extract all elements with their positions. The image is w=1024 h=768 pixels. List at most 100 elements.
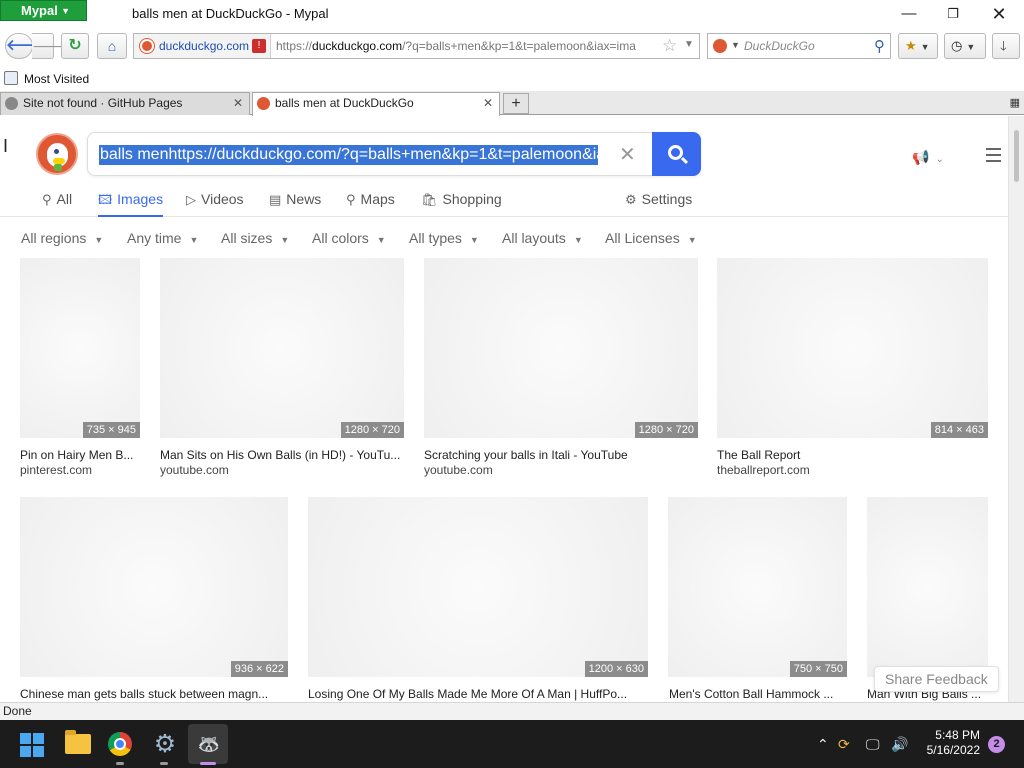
network-icon[interactable]: 🖵 bbox=[866, 720, 880, 768]
history-button[interactable]: ◷ ▼ bbox=[944, 33, 986, 59]
image-result-thumbnail[interactable]: 1200 × 630 bbox=[308, 497, 648, 677]
close-button[interactable]: ✕ bbox=[976, 0, 1022, 28]
chevron-up-icon[interactable]: ⌃ bbox=[817, 720, 829, 768]
close-tab-icon[interactable]: ✕ bbox=[483, 93, 493, 114]
image-result-title[interactable]: Chinese man gets balls stuck between mag… bbox=[20, 687, 290, 701]
reload-button[interactable]: ↻ bbox=[61, 33, 89, 59]
tab-images[interactable]: 🖾 Images bbox=[98, 191, 164, 217]
tab-settings[interactable]: ⚙ Settings bbox=[625, 191, 692, 217]
megaphone-icon: 📢 bbox=[912, 149, 930, 165]
sync-icon[interactable]: ⟳ bbox=[838, 720, 850, 768]
image-result-title[interactable]: Scratching your balls in Itali - YouTube bbox=[424, 448, 700, 462]
chrome-icon[interactable] bbox=[108, 732, 132, 756]
engine-dropdown-icon[interactable]: ▼ bbox=[731, 40, 740, 50]
filter-label: All layouts bbox=[502, 230, 566, 246]
hamburger-menu-icon[interactable] bbox=[986, 148, 1001, 166]
image-result-title[interactable]: Man Sits on His Own Balls (in HD!) - You… bbox=[160, 448, 406, 462]
image-result-thumbnail[interactable]: 1280 × 720 bbox=[160, 258, 404, 438]
image-result-thumbnail[interactable]: 936 × 622 bbox=[20, 497, 288, 677]
caret-down-icon: ▼ bbox=[376, 235, 386, 245]
all-tabs-grid-icon[interactable]: ▦ bbox=[1010, 96, 1020, 109]
image-result-thumbnail[interactable]: 814 × 463 bbox=[717, 258, 988, 438]
filter-colors[interactable]: All colors ▼ bbox=[312, 230, 386, 246]
search-bar[interactable]: ▼ DuckDuckGo ⚲ bbox=[707, 33, 891, 59]
filter-label: Any time bbox=[127, 230, 182, 246]
home-button[interactable]: ⌂ bbox=[97, 33, 127, 59]
filter-layouts[interactable]: All layouts ▼ bbox=[502, 230, 583, 246]
scrollbar-thumb[interactable] bbox=[1014, 130, 1019, 182]
url-bar[interactable]: duckduckgo.com ! https://duckduckgo.com/… bbox=[133, 33, 700, 59]
notification-badge[interactable]: 2 bbox=[988, 736, 1005, 753]
bookmark-most-visited[interactable]: Most Visited bbox=[24, 72, 89, 86]
close-tab-icon[interactable]: ✕ bbox=[233, 93, 243, 114]
image-result-thumbnail[interactable] bbox=[867, 497, 988, 677]
filter-time[interactable]: Any time ▼ bbox=[127, 230, 198, 246]
folder-icon bbox=[4, 71, 18, 85]
image-result-source[interactable]: pinterest.com bbox=[20, 463, 92, 477]
url-scheme: https:// bbox=[276, 39, 313, 53]
sliders-icon: ⚙ bbox=[625, 192, 637, 207]
restore-button[interactable]: ❐ bbox=[930, 0, 976, 28]
search-query-text[interactable]: balls menhttps://duckduckgo.com/?q=balls… bbox=[99, 145, 598, 165]
url-history-dropdown-icon[interactable]: ▼ bbox=[684, 39, 694, 50]
image-result-source[interactable]: youtube.com bbox=[424, 463, 493, 477]
minimize-button[interactable]: — bbox=[886, 0, 932, 28]
new-tab-button[interactable]: + bbox=[503, 93, 529, 114]
back-button[interactable]: 🡐 bbox=[5, 33, 46, 59]
image-result-title[interactable]: Pin on Hairy Men B... bbox=[20, 448, 142, 462]
filter-types[interactable]: All types ▼ bbox=[409, 230, 479, 246]
share-feedback-button[interactable]: Share Feedback bbox=[874, 666, 999, 692]
vertical-scrollbar[interactable] bbox=[1008, 116, 1024, 702]
tab-maps[interactable]: ⚲ Maps bbox=[346, 191, 395, 217]
tab-label: Maps bbox=[360, 191, 395, 207]
caret-down-icon: ▼ bbox=[687, 235, 697, 245]
image-result-title[interactable]: Losing One Of My Balls Made Me More Of A… bbox=[308, 687, 650, 701]
mypal-taskbar-button[interactable]: 🦝 bbox=[188, 724, 228, 764]
duckduckgo-engine-icon[interactable] bbox=[713, 39, 727, 53]
filter-sizes[interactable]: All sizes ▼ bbox=[221, 230, 289, 246]
image-result-thumbnail[interactable]: 1280 × 720 bbox=[424, 258, 698, 438]
title-bar: Mypal ▼ balls men at DuckDuckGo - Mypal … bbox=[0, 0, 1024, 28]
tab-duckduckgo[interactable]: balls men at DuckDuckGo ✕ bbox=[252, 92, 500, 116]
url-text[interactable]: https://duckduckgo.com/?q=balls+men&kp=1… bbox=[276, 39, 658, 53]
downloads-button[interactable]: 🡓 bbox=[992, 33, 1020, 59]
image-result-source[interactable]: youtube.com bbox=[160, 463, 229, 477]
forward-button[interactable]: 🡒 bbox=[32, 33, 70, 59]
clock[interactable]: 5:48 PM 5/16/2022 bbox=[918, 728, 980, 758]
image-dimensions: 735 × 945 bbox=[82, 422, 140, 438]
settings-gear-icon[interactable]: ⚙ bbox=[152, 731, 178, 757]
feedback-menu-button[interactable]: 📢 ⌄ bbox=[912, 149, 944, 166]
mixed-content-warning-icon: ! bbox=[252, 39, 266, 53]
tab-shopping[interactable]: 🛍 Shopping bbox=[421, 191, 502, 217]
site-identity-button[interactable]: duckduckgo.com ! bbox=[134, 34, 271, 58]
tab-videos[interactable]: ▷ Videos bbox=[186, 191, 244, 217]
active-indicator bbox=[200, 762, 216, 765]
url-path: /?q=balls+men&kp=1&t=palemoon&iax=ima bbox=[402, 39, 636, 53]
windows-start-icon[interactable] bbox=[20, 733, 44, 757]
home-icon: ⌂ bbox=[107, 38, 117, 54]
chevron-down-icon: ⌄ bbox=[935, 154, 944, 165]
search-submit-button[interactable] bbox=[652, 132, 701, 176]
search-input[interactable]: balls menhttps://duckduckgo.com/?q=balls… bbox=[87, 132, 701, 176]
tab-news[interactable]: ▤ News bbox=[269, 191, 321, 217]
image-result-title[interactable]: The Ball Report bbox=[717, 448, 988, 462]
image-result-title[interactable]: Men's Cotton Ball Hammock ... bbox=[669, 687, 849, 701]
tab-github-pages[interactable]: Site not found · GitHub Pages ✕ bbox=[0, 92, 250, 115]
app-menu-button[interactable]: Mypal ▼ bbox=[0, 0, 87, 21]
bookmark-star-icon[interactable]: ☆ bbox=[662, 36, 677, 56]
search-icon[interactable]: ⚲ bbox=[874, 37, 885, 55]
image-icon: 🖾 bbox=[98, 192, 113, 207]
image-result-source[interactable]: theballreport.com bbox=[717, 463, 810, 477]
filter-licenses[interactable]: All Licenses ▼ bbox=[605, 230, 697, 246]
file-explorer-icon[interactable] bbox=[65, 730, 91, 754]
image-result-thumbnail[interactable]: 735 × 945 bbox=[20, 258, 140, 438]
filter-regions[interactable]: All regions ▼ bbox=[21, 230, 103, 246]
status-text: Done bbox=[3, 704, 32, 718]
duckduckgo-logo[interactable] bbox=[36, 133, 78, 175]
image-result-thumbnail[interactable]: 750 × 750 bbox=[668, 497, 847, 677]
volume-icon[interactable]: 🔊 bbox=[891, 720, 908, 768]
clear-search-icon[interactable]: ✕ bbox=[619, 142, 636, 167]
tab-all[interactable]: ⚲ All bbox=[42, 191, 72, 217]
filter-label: All colors bbox=[312, 230, 369, 246]
bookmarks-menu-button[interactable]: ★ ▼ bbox=[898, 33, 938, 59]
